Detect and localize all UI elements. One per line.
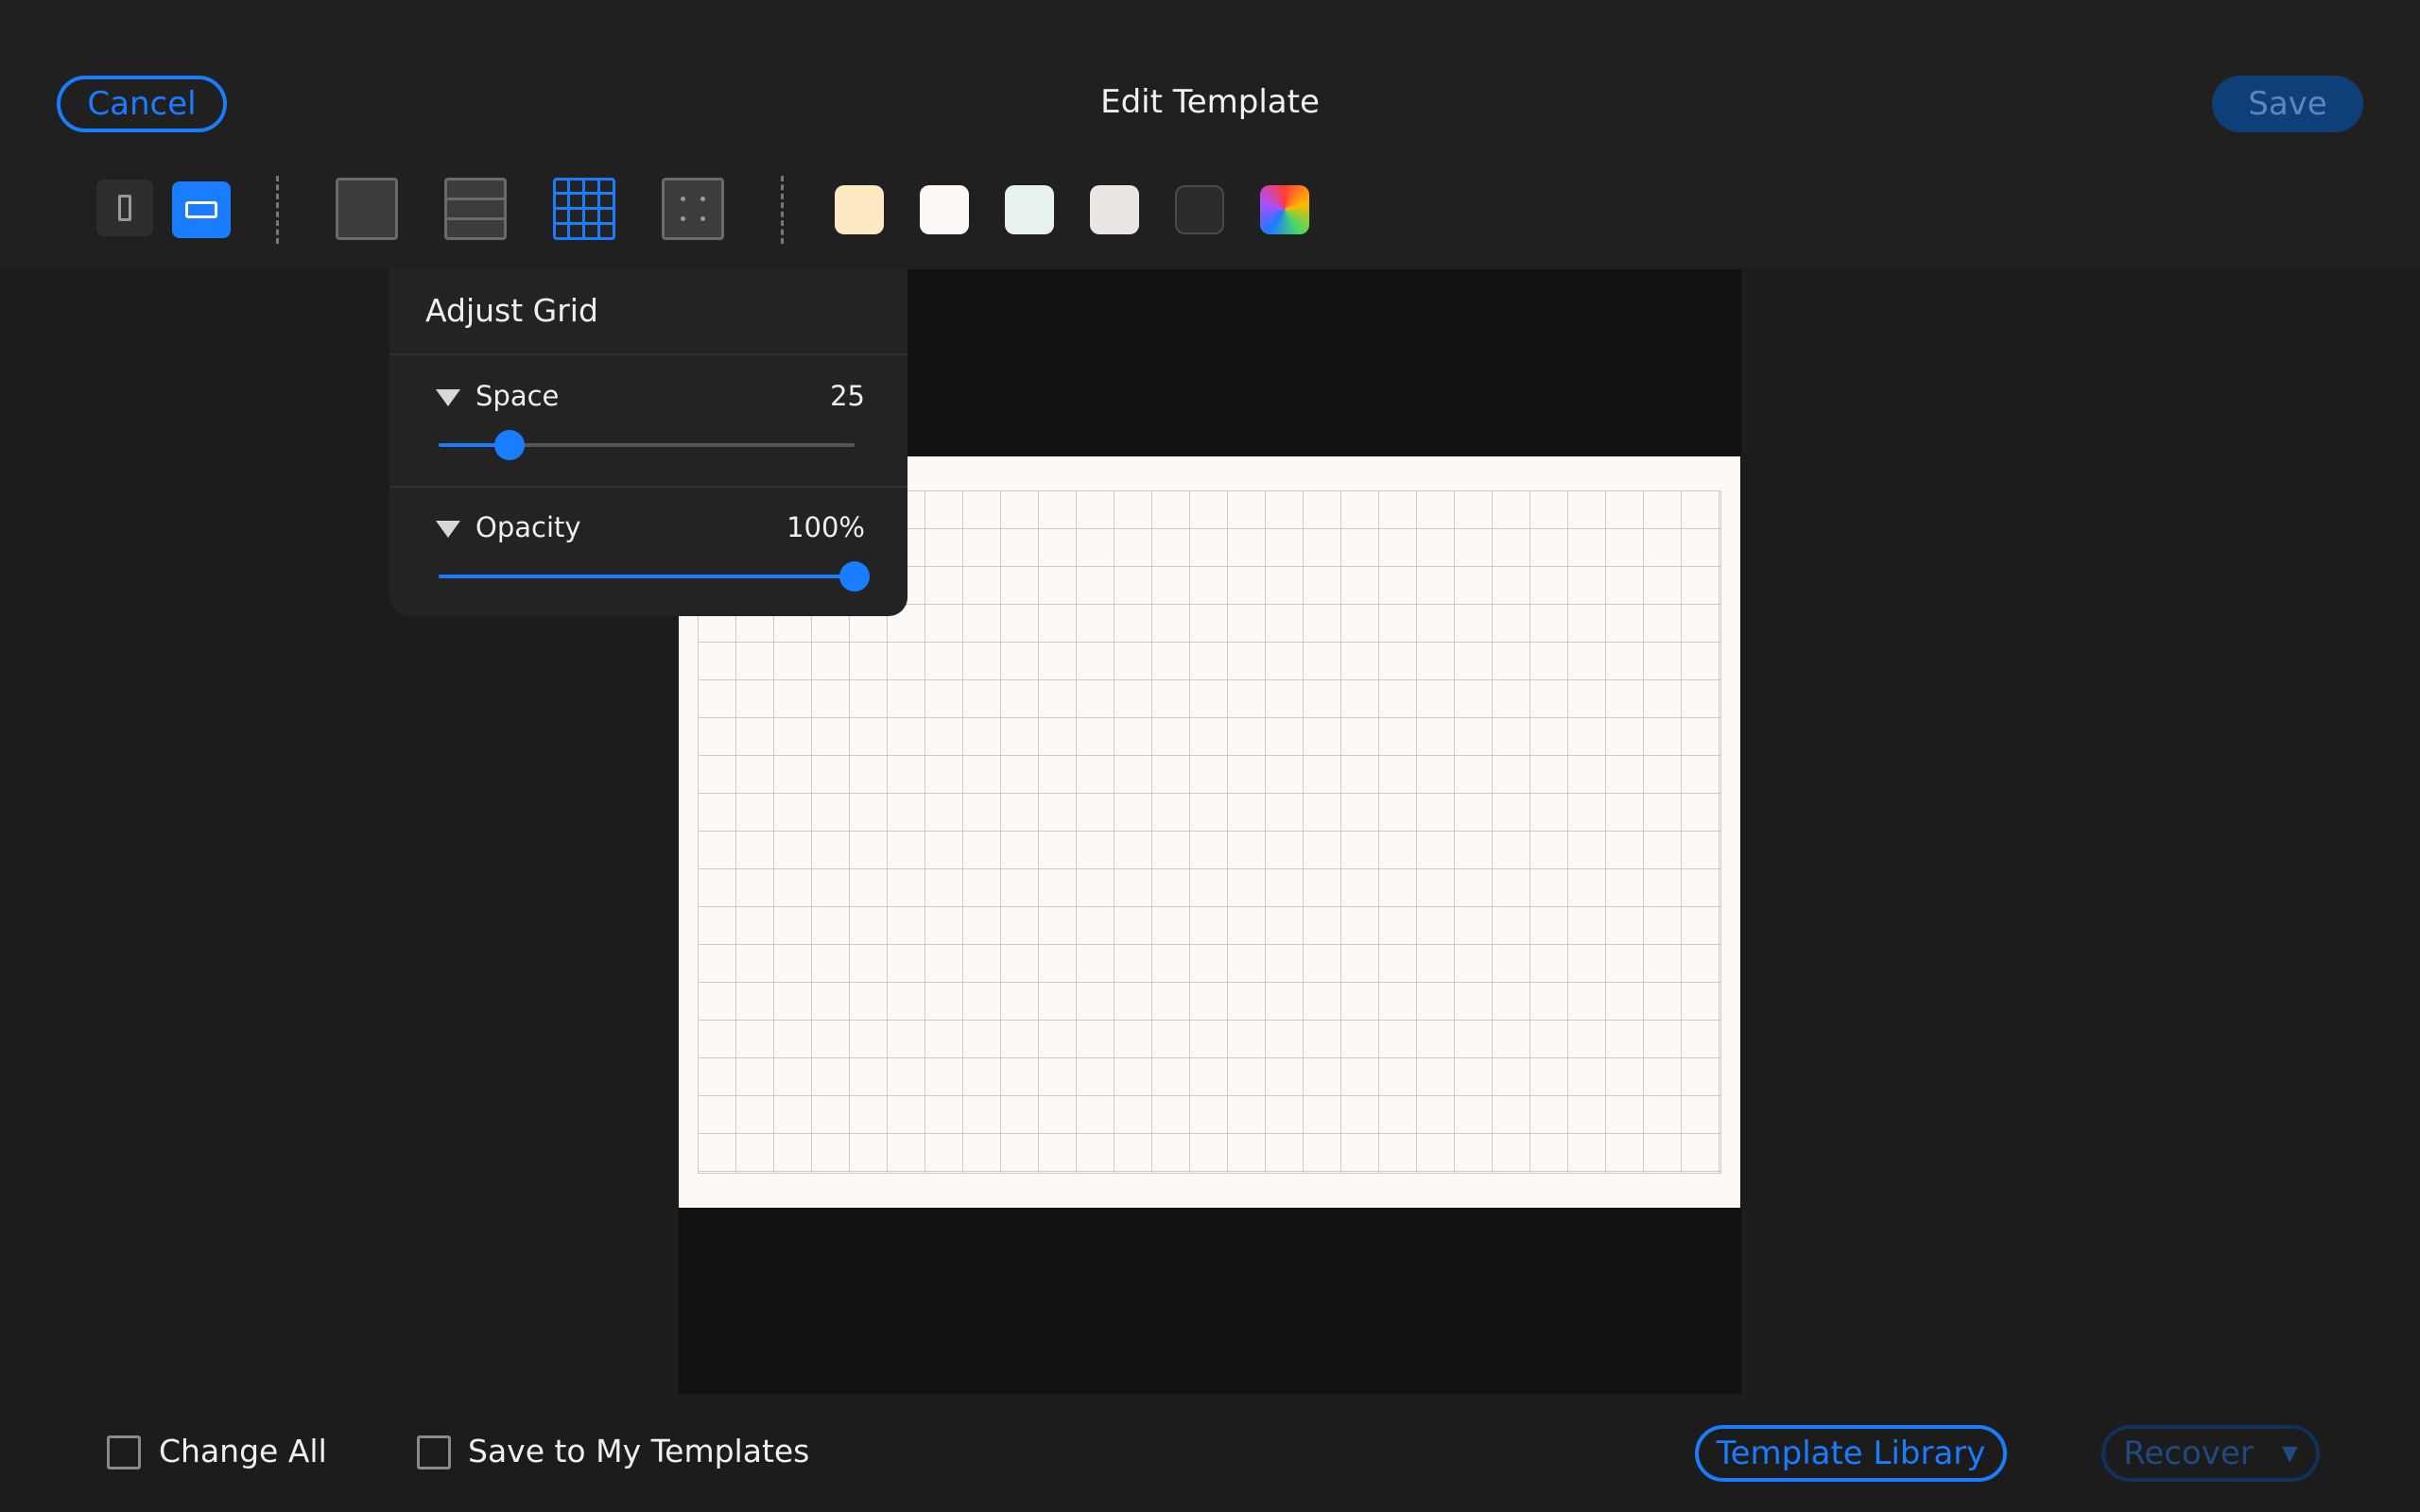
dot-template-button[interactable] — [662, 178, 724, 240]
paper-color-white-swatch[interactable] — [920, 185, 969, 234]
template-library-button[interactable]: Template Library — [1695, 1425, 2007, 1482]
save-to-my-templates-checkbox[interactable] — [417, 1435, 451, 1469]
space-slider[interactable] — [439, 430, 855, 460]
custom-color-rainbow-swatch[interactable] — [1260, 185, 1309, 234]
portrait-orientation-button[interactable] — [96, 180, 153, 236]
landscape-orientation-icon — [185, 201, 217, 218]
recover-button[interactable]: Recover ▼ — [2101, 1425, 2320, 1482]
adjust-grid-popover: Adjust Grid Space 25 Opacity 100% — [389, 269, 908, 616]
paper-color-gray-swatch[interactable] — [1090, 185, 1139, 234]
paper-color-cream-swatch[interactable] — [835, 185, 884, 234]
paper-color-mint-swatch[interactable] — [1005, 185, 1054, 234]
recover-label: Recover — [2123, 1435, 2254, 1472]
popover-divider — [389, 353, 908, 355]
space-slider-thumb[interactable] — [493, 430, 525, 460]
page-title: Edit Template — [1100, 83, 1320, 121]
toolbar-divider — [781, 176, 784, 244]
chevron-down-icon: ▼ — [2281, 1441, 2298, 1466]
space-label: Space — [475, 380, 560, 412]
popover-title: Adjust Grid — [425, 292, 598, 329]
opacity-slider-thumb[interactable] — [839, 561, 870, 592]
opacity-collapse-triangle-icon[interactable] — [436, 521, 460, 538]
paper-color-dark-swatch[interactable] — [1175, 185, 1224, 234]
save-button[interactable]: Save — [2212, 76, 2363, 132]
portrait-orientation-icon — [118, 195, 131, 221]
landscape-orientation-button[interactable] — [172, 181, 231, 238]
toolbar-divider — [276, 176, 279, 244]
opacity-value: 100% — [786, 511, 865, 543]
change-all-checkbox[interactable] — [107, 1435, 141, 1469]
space-collapse-triangle-icon[interactable] — [436, 389, 460, 406]
popover-divider — [389, 486, 908, 488]
top-toolbar: Cancel Edit Template Save — [0, 0, 2420, 269]
save-to-my-templates-label[interactable]: Save to My Templates — [468, 1433, 809, 1469]
space-value: 25 — [830, 380, 865, 412]
grid-template-button[interactable] — [553, 178, 615, 240]
opacity-label: Opacity — [475, 511, 581, 543]
blank-template-button[interactable] — [336, 178, 398, 240]
opacity-slider-fill — [439, 575, 855, 578]
lined-template-button[interactable] — [444, 178, 507, 240]
change-all-label[interactable]: Change All — [159, 1433, 327, 1469]
opacity-slider[interactable] — [439, 561, 870, 592]
